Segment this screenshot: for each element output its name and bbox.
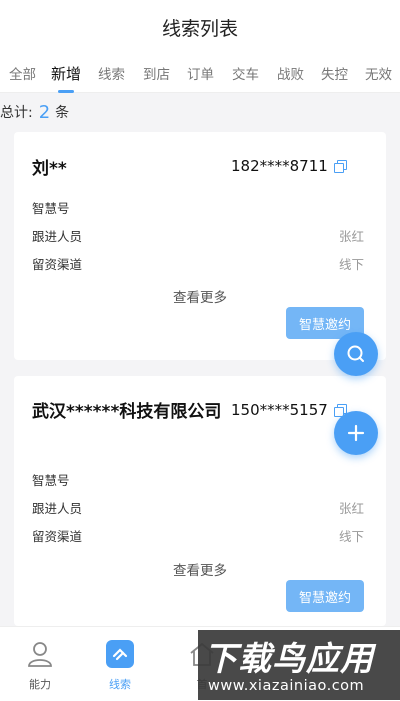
field-value: 线下 bbox=[338, 257, 364, 272]
clue-card[interactable]: 刘** 182****8711 智慧号 跟进人员 张红 留资渠道 线下 查看更多… bbox=[14, 132, 386, 360]
field-label: 智慧号 bbox=[32, 473, 70, 488]
phone-text: 182****8711 bbox=[231, 157, 328, 175]
add-fab[interactable] bbox=[334, 411, 378, 455]
top-header: 线索列表 bbox=[0, 0, 400, 54]
tab-lost-control[interactable]: 失控 bbox=[321, 63, 348, 83]
search-fab[interactable] bbox=[334, 332, 378, 376]
nav-item-clues[interactable]: 线索 bbox=[90, 639, 150, 692]
field-row: 留资渠道 线下 bbox=[32, 254, 364, 273]
field-label: 留资渠道 bbox=[32, 257, 83, 272]
plus-icon bbox=[347, 424, 365, 442]
field-label: 跟进人员 bbox=[32, 229, 83, 244]
watermark-title: 下载鸟应用 bbox=[204, 639, 374, 678]
total-prefix: 总计: bbox=[0, 105, 33, 121]
view-more-link[interactable]: 查看更多 bbox=[14, 286, 386, 306]
view-more-link[interactable]: 查看更多 bbox=[14, 559, 386, 579]
field-row: 跟进人员 张红 bbox=[32, 498, 364, 517]
tab-new[interactable]: 新增 bbox=[51, 63, 81, 84]
search-icon bbox=[347, 345, 364, 362]
smart-invite-button[interactable]: 智慧邀约 bbox=[286, 580, 364, 612]
nav-item-ability[interactable]: 能力 bbox=[10, 639, 70, 692]
clue-card[interactable]: 武汉******科技有限公司 150****5157 智慧号 跟进人员 张红 留… bbox=[14, 376, 386, 626]
total-number: 2 bbox=[38, 101, 51, 123]
field-label: 跟进人员 bbox=[32, 501, 83, 516]
customer-name: 武汉******科技有限公司 bbox=[32, 402, 222, 422]
customer-name: 刘** bbox=[32, 159, 67, 179]
copy-icon[interactable] bbox=[333, 160, 347, 173]
tab-orders[interactable]: 订单 bbox=[187, 63, 214, 83]
phone-text: 150****5157 bbox=[231, 401, 328, 419]
watermark: 下载鸟应用 www.xiazainiao.com bbox=[198, 630, 400, 700]
total-count: 总计: 2 条 bbox=[0, 100, 69, 124]
watermark-url: www.xiazainiao.com bbox=[208, 678, 365, 694]
page-title: 线索列表 bbox=[161, 17, 238, 40]
field-label: 智慧号 bbox=[32, 201, 70, 216]
field-value: 线下 bbox=[338, 529, 364, 544]
field-label: 留资渠道 bbox=[32, 529, 83, 544]
tab-arrived[interactable]: 到店 bbox=[143, 63, 170, 83]
tab-delivered[interactable]: 交车 bbox=[232, 63, 259, 83]
tab-invalid[interactable]: 无效 bbox=[365, 63, 392, 83]
field-row: 智慧号 bbox=[32, 198, 364, 217]
field-value: 张红 bbox=[338, 501, 364, 516]
field-row: 留资渠道 线下 bbox=[32, 526, 364, 545]
field-value: 张红 bbox=[338, 229, 364, 244]
status-tab-bar: 全部 新增 线索 到店 订单 交车 战败 失控 无效 bbox=[0, 54, 400, 93]
nav-label: 能力 bbox=[29, 678, 51, 691]
field-row: 智慧号 bbox=[32, 470, 364, 489]
tab-all[interactable]: 全部 bbox=[9, 63, 36, 83]
field-row: 跟进人员 张红 bbox=[32, 226, 364, 245]
phone-number: 150****5157 bbox=[231, 401, 347, 419]
phone-number: 182****8711 bbox=[231, 157, 347, 175]
clue-icon bbox=[106, 640, 134, 668]
tab-defeated[interactable]: 战败 bbox=[277, 63, 304, 83]
nav-label: 线索 bbox=[109, 678, 131, 691]
tab-clues[interactable]: 线索 bbox=[98, 63, 125, 83]
user-icon bbox=[28, 642, 52, 667]
total-unit: 条 bbox=[55, 105, 70, 121]
